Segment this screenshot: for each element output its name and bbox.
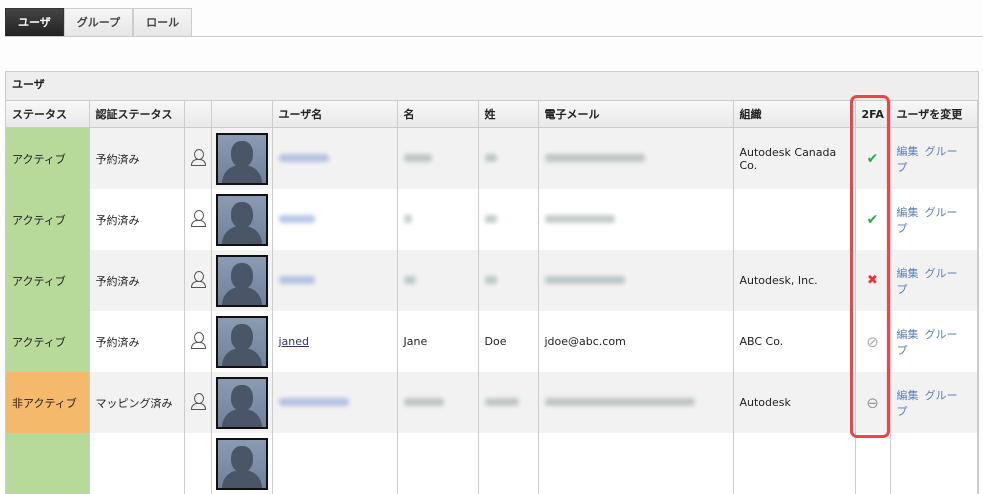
redacted-text	[403, 276, 416, 284]
redacted-text	[544, 398, 695, 406]
redacted-text	[544, 276, 625, 284]
edit-link[interactable]: 編集	[897, 145, 919, 158]
redacted-text	[278, 154, 329, 162]
user-type-cell	[184, 372, 212, 433]
photo-cell	[211, 372, 273, 433]
redacted-text	[484, 215, 497, 223]
status-cell: アクティブ	[6, 250, 90, 311]
panel-title: ユーザ	[6, 72, 978, 101]
organization: Autodesk	[739, 396, 791, 409]
redacted-text	[544, 215, 615, 223]
avatar	[215, 254, 268, 307]
status-cell: アクティブ	[6, 311, 90, 372]
organization: Autodesk Canada Co.	[739, 145, 837, 172]
column-header[interactable]: 認証ステータス	[89, 101, 185, 128]
column-header[interactable]: 名	[397, 101, 479, 128]
users-panel: ユーザ ステータス 認証ステータス ユーザ名名姓電子メール 組織 2FA ユーザを変更 ア…	[5, 71, 979, 494]
last-name: Doe	[484, 335, 507, 348]
redacted-text	[403, 215, 412, 223]
table-row: 非アクティブ マッピング済み Autodesk ⊖ 編集 グループ	[6, 372, 978, 433]
username-link[interactable]: janed	[279, 335, 310, 348]
users-table: ステータス 認証ステータス ユーザ名名姓電子メール 組織 2FA ユーザを変更 アクティブ…	[6, 101, 978, 494]
auth-status-cell: 予約済み	[89, 127, 185, 189]
auth-status-cell: マッピング済み	[89, 372, 185, 433]
edit-link[interactable]: 編集	[897, 267, 919, 280]
column-header[interactable]: ユーザ名	[272, 101, 398, 128]
column-header[interactable]	[184, 101, 212, 128]
status-cell: 非アクティブ	[6, 372, 90, 433]
email: jdoe@abc.com	[544, 335, 626, 348]
auth-status-cell: 予約済み	[89, 189, 185, 250]
redacted-text	[278, 276, 315, 284]
redacted-text	[403, 398, 444, 406]
avatar	[215, 437, 268, 490]
column-header[interactable]: 電子メール	[538, 101, 734, 128]
table-row: アクティブ 予約済み Autodesk, Inc. ✖ 編集 グループ	[6, 250, 978, 311]
first-name: Jane	[403, 335, 428, 348]
redacted-text	[484, 154, 497, 162]
edit-link[interactable]: 編集	[897, 389, 919, 402]
user-transfer-icon	[190, 332, 206, 349]
column-header[interactable]: ステータス	[6, 101, 90, 128]
avatar	[215, 376, 268, 429]
status-cell: アクティブ	[6, 189, 90, 250]
avatar	[215, 315, 268, 368]
tab-roles[interactable]: ロール	[133, 8, 193, 36]
column-header[interactable]: 組織	[733, 101, 856, 128]
tab-groups[interactable]: グループ	[63, 8, 134, 36]
organization: Autodesk, Inc.	[739, 274, 818, 287]
auth-status-cell: 予約済み	[89, 250, 185, 311]
photo-cell	[211, 189, 273, 250]
user-icon	[190, 393, 206, 410]
redacted-text	[278, 215, 315, 223]
auth-status-cell: 予約済み	[89, 311, 185, 372]
photo-cell	[211, 250, 273, 311]
redacted-text	[484, 398, 519, 406]
user-icon	[190, 271, 206, 288]
column-header[interactable]	[211, 101, 273, 128]
table-row: アクティブ 予約済み ✔ 編集 グループ	[6, 189, 978, 250]
avatar	[215, 132, 268, 185]
photo-cell	[211, 127, 273, 189]
table-row	[6, 433, 978, 494]
column-header[interactable]: ユーザを変更	[890, 101, 978, 128]
tab-users[interactable]: ユーザ	[5, 8, 64, 36]
redacted-text	[278, 398, 349, 406]
user-type-cell	[184, 189, 212, 250]
status-cell: アクティブ	[6, 127, 90, 189]
user-type-cell	[184, 250, 212, 311]
column-header[interactable]: 姓	[478, 101, 539, 128]
edit-link[interactable]: 編集	[897, 206, 919, 219]
photo-cell	[211, 311, 273, 372]
redacted-text	[403, 154, 432, 162]
edit-link[interactable]: 編集	[897, 328, 919, 341]
user-icon	[190, 210, 206, 227]
table-row: アクティブ 予約済み janed Jane Doe jdoe@abc.com A…	[6, 311, 978, 372]
user-type-cell	[184, 311, 212, 372]
redacted-text	[484, 276, 497, 284]
avatar	[215, 193, 268, 246]
organization: ABC Co.	[739, 335, 784, 348]
tab-bar: ユーザ グループ ロール	[5, 8, 983, 37]
2fa-column-highlight	[850, 95, 890, 438]
user-icon	[190, 149, 206, 166]
table-row: アクティブ 予約済み Autodesk Canada Co. ✔ 編集 グループ	[6, 127, 978, 189]
user-type-cell	[184, 127, 212, 189]
redacted-text	[544, 154, 645, 162]
